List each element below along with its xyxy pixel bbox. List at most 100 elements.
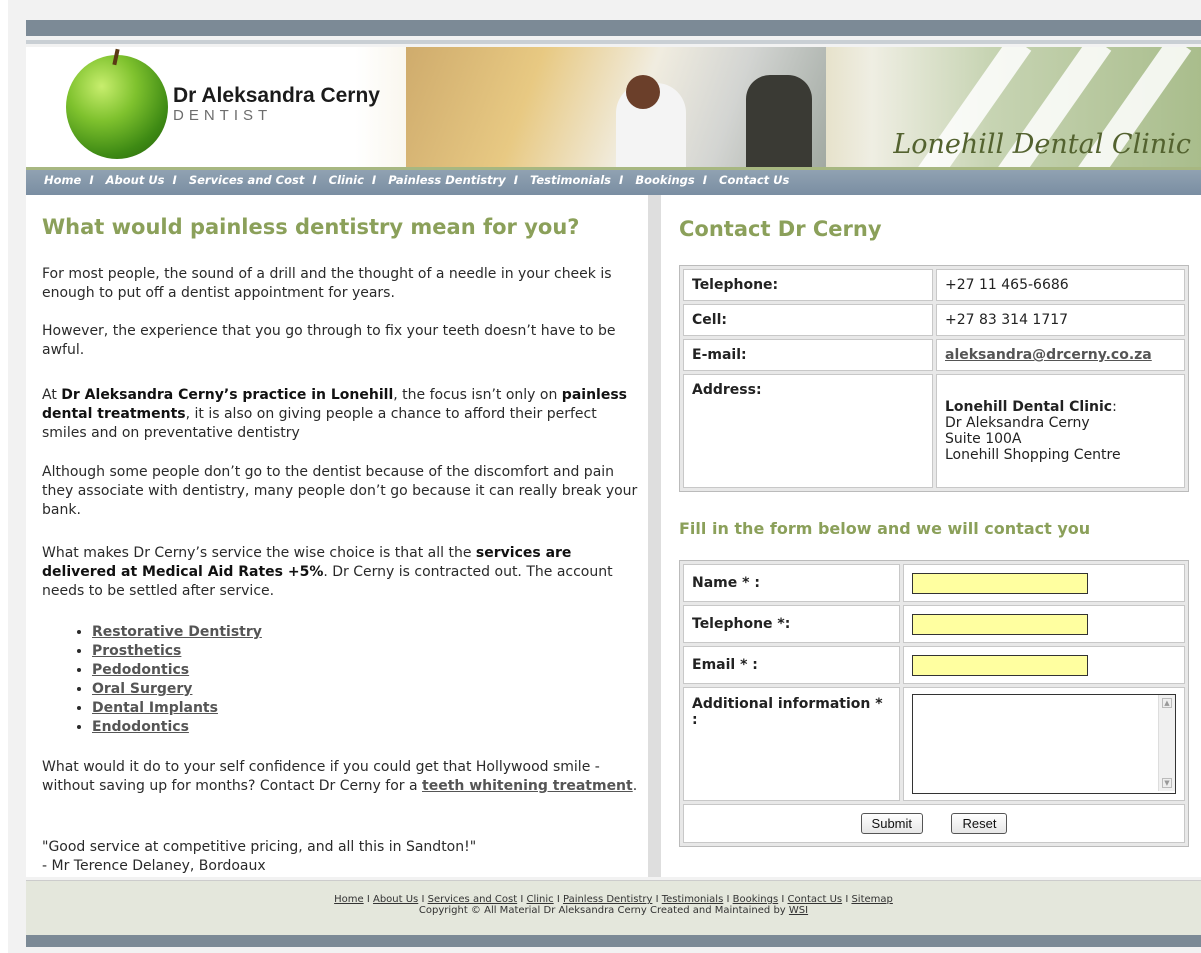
scroll-down-icon[interactable]: ▼ (1162, 778, 1172, 788)
nav-separator: I (619, 173, 624, 187)
name-input[interactable] (912, 572, 1088, 594)
footer-link-about-us[interactable]: About Us (373, 894, 418, 905)
address-line: Dr Aleksandra Cerny (945, 415, 1090, 431)
nav-services-and-cost[interactable]: Services and Cost (189, 173, 305, 187)
address-clinic-name: Lonehill Dental Clinic (945, 399, 1113, 415)
footer-separator: I (655, 894, 659, 905)
text-span: , the focus isn’t only on (393, 387, 562, 403)
telephone-value: +27 11 465-6686 (936, 269, 1185, 301)
wsi-link[interactable]: WSI (789, 905, 808, 916)
telephone-input[interactable] (912, 613, 1088, 635)
list-item: Restorative Dentistry (92, 623, 262, 642)
table-row: Address: Lonehill Dental Clinic: Dr Alek… (683, 374, 1185, 488)
contact-heading: Contact Dr Cerny (679, 217, 882, 241)
address-line: Lonehill Shopping Centre (945, 447, 1121, 463)
practice-name-bold: Dr Aleksandra Cerny’s practice in Lonehi… (61, 387, 394, 403)
service-link-prosthetics[interactable]: Prosthetics (92, 643, 181, 659)
service-link-restorative[interactable]: Restorative Dentistry (92, 624, 262, 640)
reset-button[interactable]: Reset (951, 813, 1008, 834)
footer-separator: I (781, 894, 785, 905)
nav-separator: I (172, 173, 177, 187)
nav-home[interactable]: Home (44, 173, 81, 187)
footer-link-home[interactable]: Home (334, 894, 364, 905)
footer-separator: I (556, 894, 560, 905)
text-span: What makes Dr Cerny’s service the wise c… (42, 545, 476, 561)
additional-info-textarea[interactable]: ▲ ▼ (912, 694, 1176, 794)
footer-links: Home I About Us I Services and Cost I Cl… (26, 894, 1201, 905)
text-span: At (42, 387, 62, 403)
list-item: Endodontics (92, 718, 262, 737)
nav-separator: I (312, 173, 317, 187)
contact-info-table: Telephone: +27 11 465-6686 Cell: +27 83 … (679, 265, 1189, 492)
footer-link-bookings[interactable]: Bookings (733, 894, 779, 905)
teeth-whitening-link[interactable]: teeth whitening treatment (422, 778, 633, 794)
doctor-name: Dr Aleksandra Cerny (173, 84, 380, 107)
form-heading: Fill in the form below and we will conta… (679, 519, 1091, 538)
footer-link-sitemap[interactable]: Sitemap (851, 894, 892, 905)
nav-painless-dentistry[interactable]: Painless Dentistry (388, 173, 506, 187)
form-buttons-cell: Submit Reset (683, 804, 1185, 843)
scroll-up-icon[interactable]: ▲ (1162, 698, 1172, 708)
bottom-bar (26, 935, 1201, 947)
nav-bookings[interactable]: Bookings (635, 173, 694, 187)
service-link-pedodontics[interactable]: Pedodontics (92, 662, 189, 678)
quote-text: "Good service at competitive pricing, an… (42, 839, 477, 855)
list-item: Dental Implants (92, 699, 262, 718)
email-input[interactable] (912, 654, 1088, 676)
service-link-dental-implants[interactable]: Dental Implants (92, 700, 218, 716)
footer-link-contact-us[interactable]: Contact Us (788, 894, 843, 905)
service-link-oral-surgery[interactable]: Oral Surgery (92, 681, 192, 697)
email-cell: aleksandra@drcerny.co.za (936, 339, 1185, 371)
nav-clinic[interactable]: Clinic (329, 173, 364, 187)
footer-separator: I (520, 894, 524, 905)
intro-paragraph: For most people, the sound of a drill an… (42, 266, 612, 301)
cost-paragraph: Although some people don’t go to the den… (42, 464, 638, 518)
list-item: Oral Surgery (92, 680, 262, 699)
list-item: Prosthetics (92, 642, 262, 661)
contact-sidebar: Contact Dr Cerny Telephone: +27 11 465-6… (661, 195, 1201, 877)
footer-link-testimonials[interactable]: Testimonials (662, 894, 724, 905)
nav-contact-us[interactable]: Contact Us (719, 173, 789, 187)
table-row: E-mail: aleksandra@drcerny.co.za (683, 339, 1185, 371)
telephone-label: Telephone: (683, 269, 933, 301)
email-field-label: Email * : (683, 646, 900, 684)
table-row: Telephone *: (683, 605, 1185, 643)
page-title: What would painless dentistry mean for y… (42, 215, 580, 239)
additional-info-cell: ▲ ▼ (903, 687, 1185, 801)
submit-button[interactable]: Submit (860, 813, 924, 834)
main-content: What would painless dentistry mean for y… (26, 195, 648, 877)
top-bar (26, 20, 1201, 36)
table-row: Name * : (683, 564, 1185, 602)
list-item: Pedodontics (92, 661, 262, 680)
practice-paragraph: At Dr Aleksandra Cerny’s practice in Lon… (42, 386, 642, 443)
address-label: Address: (683, 374, 933, 488)
table-row: Telephone: +27 11 465-6686 (683, 269, 1185, 301)
dentist-head (626, 75, 660, 109)
address-cell: Lonehill Dental Clinic: Dr Aleksandra Ce… (936, 374, 1185, 488)
cell-label: Cell: (683, 304, 933, 336)
footer-separator: I (726, 894, 730, 905)
column-divider (648, 195, 661, 877)
nav-bar: Home I About Us I Services and Cost I Clini… (26, 167, 1201, 195)
copyright-text: Copyright © All Material Dr Aleksandra C… (418, 905, 789, 916)
nav-separator: I (89, 173, 94, 187)
footer-link-painless[interactable]: Painless Dentistry (563, 894, 652, 905)
name-label: Name * : (683, 564, 900, 602)
experience-paragraph: However, the experience that you go thro… (42, 323, 616, 358)
nav-separator: I (371, 173, 377, 187)
footer-link-services[interactable]: Services and Cost (428, 894, 518, 905)
footer-link-clinic[interactable]: Clinic (527, 894, 554, 905)
top-line (26, 40, 1201, 44)
nav-about-us[interactable]: About Us (106, 173, 165, 187)
email-link[interactable]: aleksandra@drcerny.co.za (945, 347, 1152, 363)
text-span: . (632, 778, 638, 794)
nav-testimonials[interactable]: Testimonials (530, 173, 611, 187)
textarea-scrollbar[interactable]: ▲ ▼ (1158, 695, 1175, 791)
email-label: E-mail: (683, 339, 933, 371)
cell-value: +27 83 314 1717 (936, 304, 1185, 336)
clinic-name: Lonehill Dental Clinic (893, 129, 1191, 160)
apple-logo-icon (66, 55, 168, 159)
main-nav: Home I About Us I Services and Cost I Clini… (44, 173, 789, 187)
services-list: Restorative Dentistry Prosthetics Pedodo… (74, 623, 262, 737)
service-link-endodontics[interactable]: Endodontics (92, 719, 189, 735)
